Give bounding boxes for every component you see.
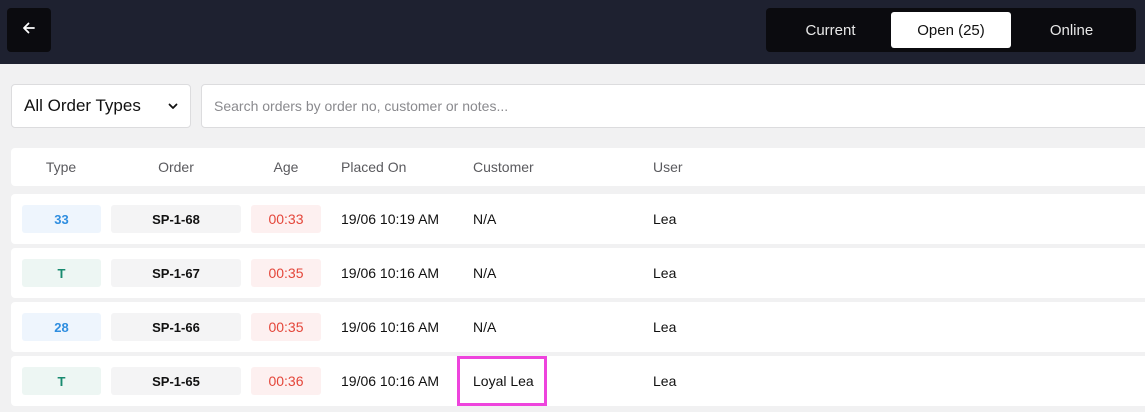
tab-current[interactable]: Current: [770, 12, 891, 48]
customer-name: Loyal Lea: [473, 373, 534, 389]
customer-name: N/A: [473, 265, 497, 281]
placed-on: 19/06 10:19 AM: [341, 211, 440, 227]
table-row[interactable]: T SP-1-67 00:35 19/06 10:16 AM N/A Lea: [11, 248, 1145, 298]
arrow-left-icon: [22, 21, 36, 40]
order-type-select[interactable]: All Order Types: [11, 84, 191, 128]
placed-on: 19/06 10:16 AM: [341, 373, 440, 389]
search-input[interactable]: [201, 84, 1145, 128]
column-header-age: Age: [273, 159, 299, 175]
table-row[interactable]: T SP-1-65 00:36 19/06 10:16 AM Loyal Lea…: [11, 356, 1145, 406]
tab-open[interactable]: Open (25): [891, 12, 1011, 48]
column-header-order: Order: [158, 159, 194, 175]
order-age: 00:33: [251, 205, 321, 233]
user-name: Lea: [653, 319, 677, 335]
placed-on: 19/06 10:16 AM: [341, 265, 440, 281]
column-header-type: Type: [45, 159, 77, 175]
column-header-placed-on: Placed On: [341, 159, 407, 175]
tab-online[interactable]: Online: [1011, 12, 1132, 48]
chevron-down-icon: [168, 96, 178, 116]
order-view-tabs: Current Open (25) Online: [766, 8, 1136, 52]
customer-name: N/A: [473, 319, 497, 335]
customer-name: N/A: [473, 211, 497, 227]
order-type-badge: 28: [22, 313, 101, 341]
order-number: SP-1-66: [111, 313, 241, 341]
table-row[interactable]: 33 SP-1-68 00:33 19/06 10:19 AM N/A Lea: [11, 194, 1145, 244]
user-name: Lea: [653, 373, 677, 389]
order-age: 00:35: [251, 313, 321, 341]
column-header-user: User: [653, 159, 683, 175]
order-type-badge: 33: [22, 205, 101, 233]
placed-on: 19/06 10:16 AM: [341, 319, 440, 335]
order-age: 00:36: [251, 367, 321, 395]
column-header-customer: Customer: [473, 159, 534, 175]
table-header: Type Order Age Placed On Customer User: [11, 148, 1145, 186]
order-number: SP-1-68: [111, 205, 241, 233]
order-type-badge: T: [22, 367, 101, 395]
user-name: Lea: [653, 211, 677, 227]
order-number: SP-1-65: [111, 367, 241, 395]
back-button[interactable]: [7, 8, 51, 52]
top-bar: Current Open (25) Online: [0, 0, 1145, 64]
order-number: SP-1-67: [111, 259, 241, 287]
order-age: 00:35: [251, 259, 321, 287]
order-type-selected: All Order Types: [24, 96, 141, 115]
table-row[interactable]: 28 SP-1-66 00:35 19/06 10:16 AM N/A Lea: [11, 302, 1145, 352]
user-name: Lea: [653, 265, 677, 281]
order-type-badge: T: [22, 259, 101, 287]
